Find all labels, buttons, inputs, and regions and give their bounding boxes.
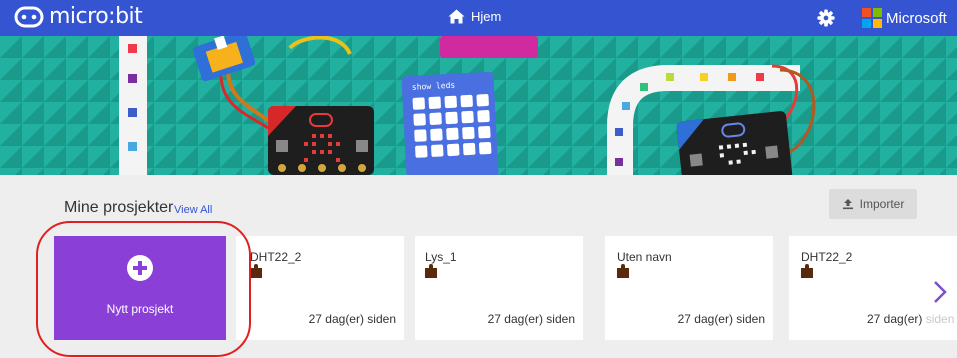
hero-banner: show leds: [0, 36, 957, 175]
gear-icon[interactable]: [817, 9, 835, 27]
project-time: 27 dag(er) siden: [487, 312, 575, 326]
puzzle-piece-icon: [425, 264, 437, 278]
home-button[interactable]: Hjem: [448, 9, 501, 24]
puzzle-piece-icon: [801, 264, 813, 278]
new-project-label: Nytt prosjekt: [106, 302, 174, 316]
puzzle-piece-icon: [250, 264, 262, 278]
microsoft-label: Microsoft: [886, 9, 947, 27]
project-time: 27 dag(er) siden: [677, 312, 765, 326]
section-title: Mine prosjekter: [64, 199, 174, 216]
microsoft-logo-icon: [862, 8, 882, 28]
project-name: DHT22_2: [801, 250, 853, 264]
microbit-board-right: [676, 111, 793, 175]
show-leds-code-block: show leds: [401, 71, 499, 175]
home-label: Hjem: [471, 9, 502, 24]
chevron-right-icon[interactable]: [930, 277, 950, 307]
microbit-logo-icon: [14, 6, 44, 28]
project-card[interactable]: Uten navn 27 dag(er) siden: [605, 236, 773, 340]
project-card[interactable]: DHT22_2 27 dag(er) siden: [236, 236, 404, 340]
project-card[interactable]: Lys_1 27 dag(er) siden: [415, 236, 583, 340]
project-time: 27 dag(er) siden: [867, 312, 954, 326]
home-icon: [448, 9, 465, 24]
project-time-main: 27 dag(er): [867, 312, 923, 326]
view-all-link[interactable]: View All: [174, 204, 212, 216]
project-time: 27 dag(er) siden: [308, 312, 396, 326]
import-button[interactable]: Importer: [829, 189, 917, 219]
upload-icon: [842, 199, 853, 210]
microsoft-link[interactable]: Microsoft: [862, 8, 947, 28]
import-label: Importer: [859, 197, 905, 211]
new-project-card[interactable]: Nytt prosjekt: [54, 236, 226, 340]
project-name: Uten navn: [617, 250, 672, 264]
project-name: Lys_1: [425, 250, 457, 264]
plus-circle-icon: [127, 255, 153, 281]
microbit-logo-link[interactable]: micro:bit: [14, 4, 143, 30]
top-navigation-bar: micro:bit Hjem Microsoft: [0, 0, 957, 36]
project-time-faded: siden: [922, 312, 955, 326]
brand-name: micro:bit: [49, 4, 143, 29]
hero-illustration: show leds: [0, 36, 957, 175]
microbit-board-left: [268, 106, 374, 175]
project-name: DHT22_2: [250, 250, 302, 264]
puzzle-piece-icon: [617, 264, 629, 278]
